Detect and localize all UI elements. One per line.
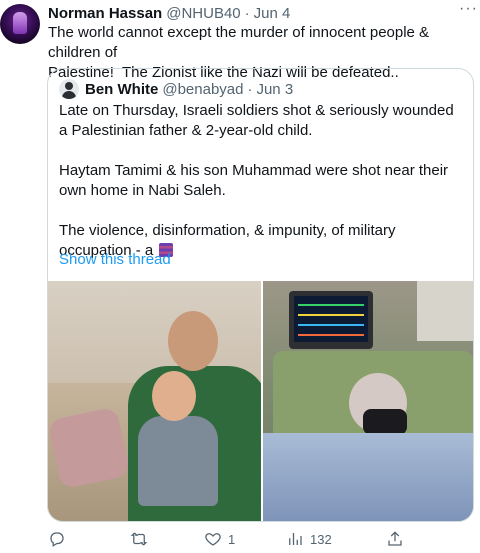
retweet-icon: [130, 532, 148, 546]
separator-dot: ·: [247, 80, 253, 98]
action-bar: 1 132: [48, 528, 472, 550]
views-icon: [289, 533, 302, 545]
tweet-date[interactable]: Jun 4: [254, 5, 291, 22]
views-button[interactable]: 132: [286, 528, 332, 550]
share-button[interactable]: [386, 528, 404, 550]
share-icon: [388, 531, 402, 546]
quoted-tweet-text: Late on Thursday, Israeli soldiers shot …: [59, 101, 464, 301]
quoted-author-handle: @benabyad: [162, 80, 244, 98]
tweet-header: Norman Hassan @NHUB40 · Jun 4: [48, 3, 472, 23]
quoted-paragraph-2: Haytam Tamimi & his son Muhammad were sh…: [59, 162, 449, 199]
separator-dot: ·: [244, 4, 250, 22]
tweet[interactable]: Norman Hassan @NHUB40 · Jun 4 ··· The wo…: [0, 0, 480, 553]
quoted-author-avatar: [59, 79, 79, 99]
like-button[interactable]: 1: [204, 528, 235, 550]
author-avatar[interactable]: [0, 4, 40, 44]
show-thread-link[interactable]: Show this thread: [59, 251, 171, 268]
author-name[interactable]: Norman Hassan: [48, 5, 162, 22]
retweet-button[interactable]: [130, 528, 154, 550]
reply-button[interactable]: [48, 528, 72, 550]
quoted-tweet-date: Jun 3: [256, 80, 294, 98]
quoted-paragraph-1: Late on Thursday, Israeli soldiers shot …: [59, 102, 454, 139]
quoted-tweet[interactable]: Ben White @benabyad · Jun 3 Late on Thur…: [47, 68, 474, 522]
photo-hospital-bed[interactable]: [262, 281, 473, 521]
quoted-author-name: Ben White: [85, 80, 159, 98]
like-count: 1: [228, 531, 236, 547]
heart-icon: [205, 533, 221, 546]
photo-father-and-child[interactable]: [48, 281, 261, 521]
author-handle[interactable]: @NHUB40: [166, 5, 240, 22]
views-count: 132: [310, 531, 332, 547]
quoted-tweet-header: Ben White @benabyad · Jun 3: [59, 79, 293, 99]
reply-icon: [50, 532, 64, 547]
media-grid: [48, 281, 473, 521]
more-icon[interactable]: ···: [459, 0, 478, 18]
